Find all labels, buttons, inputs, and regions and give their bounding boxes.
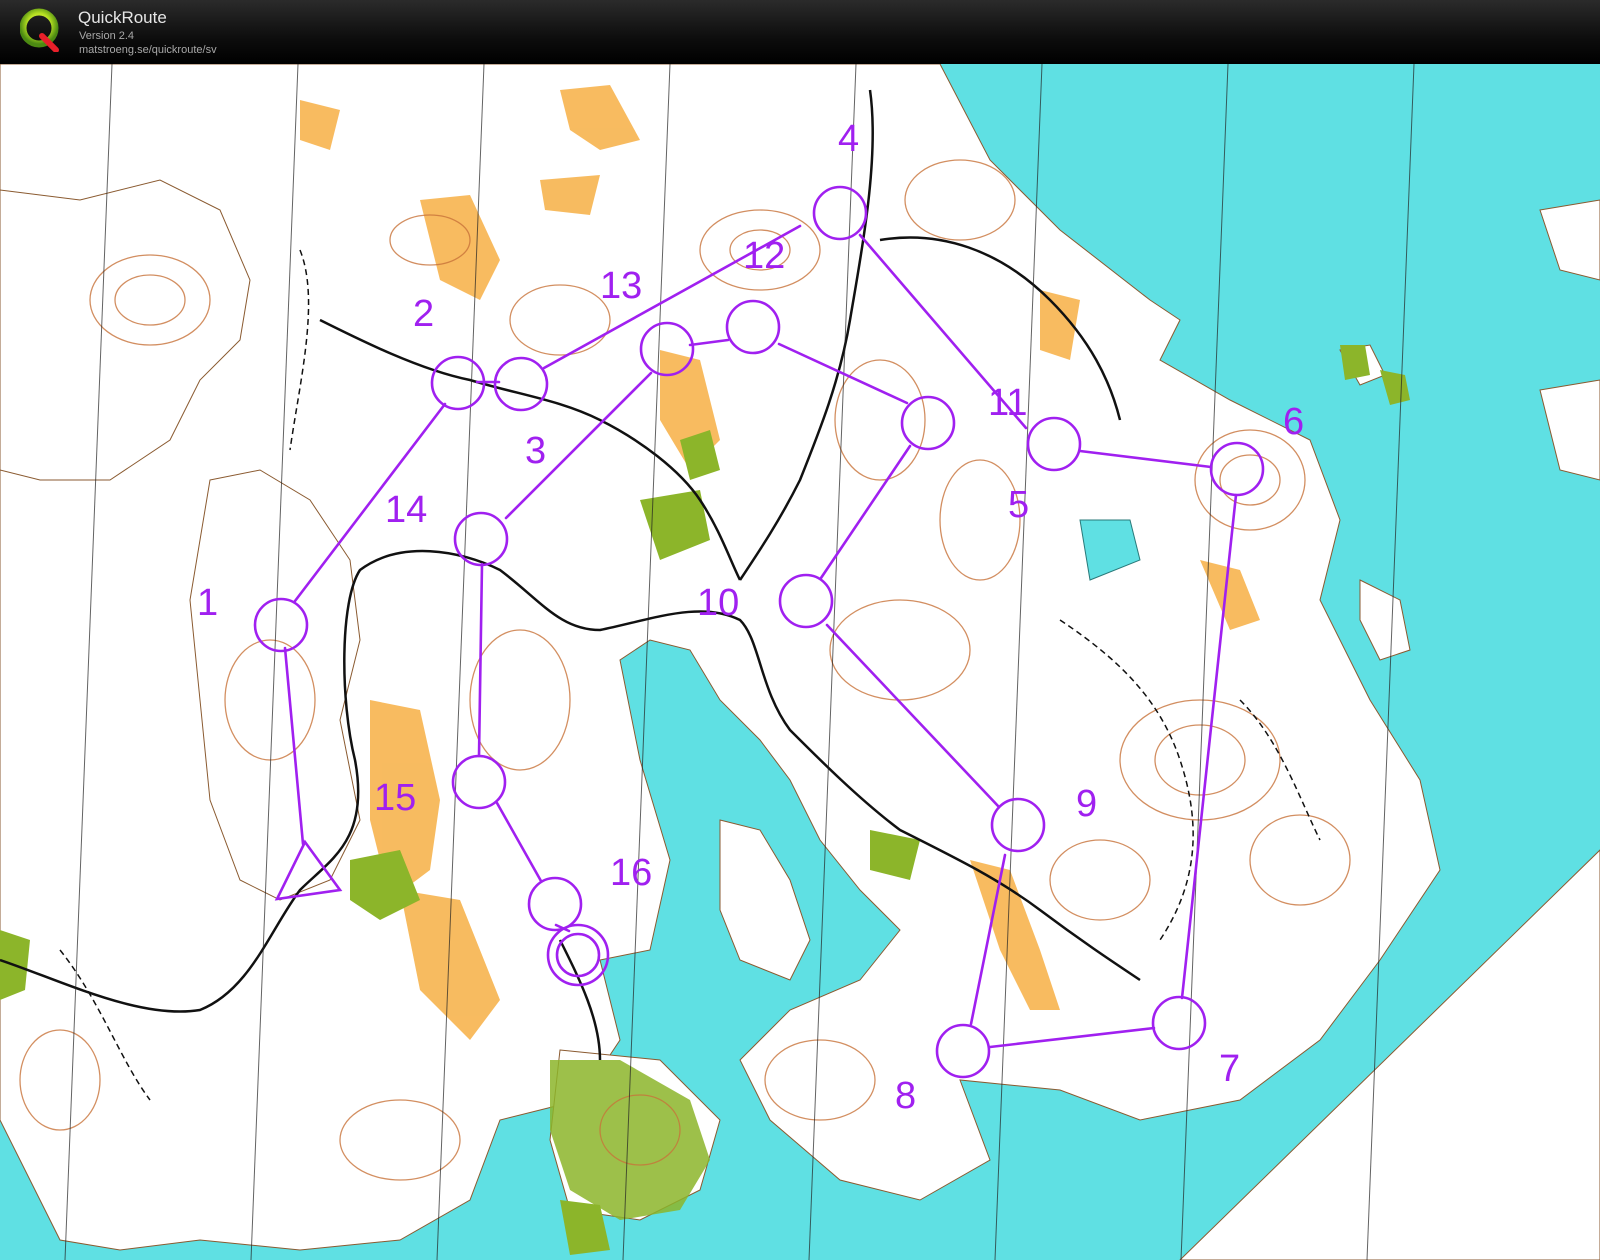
control-number-5: 5: [1008, 484, 1029, 526]
quickroute-logo-icon: [20, 8, 59, 52]
control-number-10: 10: [697, 582, 739, 624]
control-number-4: 4: [838, 118, 859, 160]
control-number-14: 14: [385, 489, 427, 531]
control-number-2: 2: [413, 293, 434, 335]
control-number-12: 12: [743, 235, 785, 277]
app-name: QuickRoute: [78, 8, 167, 27]
app-url[interactable]: matstroeng.se/quickroute/sv: [79, 44, 217, 56]
control-number-11: 11: [988, 382, 1027, 424]
control-number-1: 1: [197, 582, 218, 624]
app-version: Version 2.4: [79, 30, 135, 42]
title-bar: QuickRoute Version 2.4 matstroeng.se/qui…: [0, 0, 1600, 66]
orienteering-map[interactable]: 1 2 3 4 5 6 7 8 9 10 11 12 13 14 15 16: [0, 64, 1600, 1260]
control-number-13: 13: [600, 265, 642, 307]
control-number-15: 15: [374, 777, 416, 819]
control-number-9: 9: [1076, 783, 1097, 825]
control-number-7: 7: [1219, 1048, 1240, 1090]
control-number-16: 16: [610, 852, 652, 894]
control-number-6: 6: [1283, 401, 1304, 443]
control-number-8: 8: [895, 1075, 916, 1117]
control-number-3: 3: [525, 430, 546, 472]
